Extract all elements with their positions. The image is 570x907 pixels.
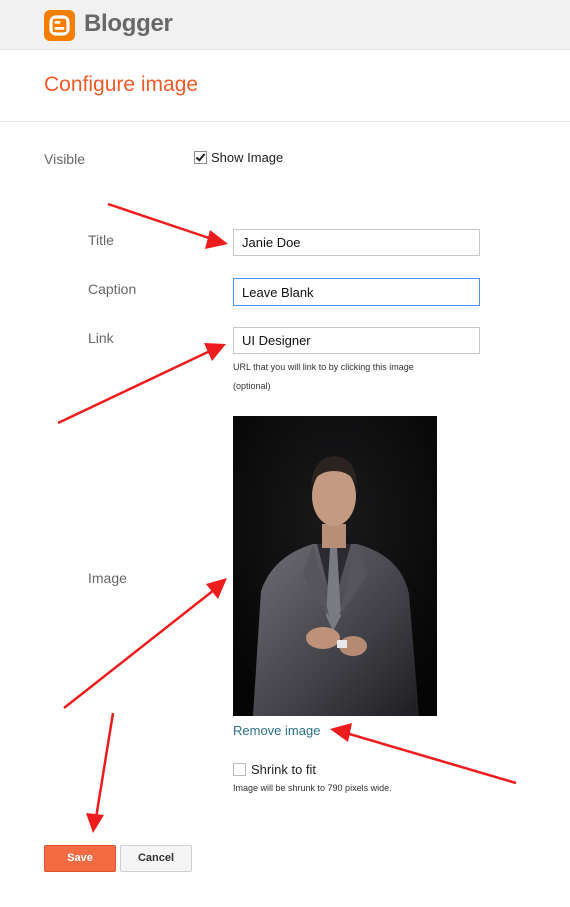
title-label: Title bbox=[88, 232, 114, 248]
link-hint: URL that you will link to by clicking th… bbox=[233, 362, 414, 372]
link-input[interactable] bbox=[233, 327, 480, 354]
show-image-checkbox-row[interactable]: Show Image bbox=[194, 150, 283, 165]
top-bar: Blogger bbox=[0, 0, 570, 50]
arrow-head-link bbox=[204, 343, 226, 361]
save-button[interactable]: Save bbox=[44, 845, 116, 872]
arrow-to-remove-image bbox=[345, 731, 517, 785]
remove-image-link[interactable]: Remove image bbox=[233, 723, 320, 738]
blogger-logo-icon[interactable] bbox=[44, 10, 75, 41]
brand-name: Blogger bbox=[84, 10, 173, 37]
show-image-checkbox[interactable] bbox=[194, 151, 207, 164]
arrow-to-title bbox=[107, 202, 213, 241]
arrow-head-image bbox=[206, 578, 227, 599]
uploaded-image bbox=[233, 416, 437, 716]
shrink-to-fit-row[interactable]: Shrink to fit bbox=[233, 762, 316, 777]
show-image-label: Show Image bbox=[211, 150, 284, 165]
page-title: Configure image bbox=[44, 73, 199, 96]
image-label: Image bbox=[88, 570, 127, 586]
divider bbox=[0, 121, 570, 122]
arrow-head-save bbox=[86, 813, 104, 833]
cancel-button[interactable]: Cancel bbox=[120, 845, 192, 872]
arrow-to-save bbox=[94, 712, 115, 819]
link-hint-optional: (optional) bbox=[233, 381, 271, 391]
arrow-head-title bbox=[205, 230, 228, 249]
shrink-hint: Image will be shrunk to 790 pixels wide. bbox=[233, 783, 392, 793]
link-label: Link bbox=[88, 330, 114, 346]
caption-label: Caption bbox=[88, 281, 137, 297]
arrow-to-image bbox=[63, 589, 215, 709]
title-input[interactable] bbox=[233, 229, 480, 256]
caption-input[interactable] bbox=[233, 278, 480, 306]
shrink-to-fit-label: Shrink to fit bbox=[251, 762, 317, 777]
shrink-to-fit-checkbox[interactable] bbox=[233, 763, 246, 776]
arrow-to-link bbox=[57, 349, 211, 425]
visible-label: Visible bbox=[44, 151, 85, 167]
arrow-head-remove-image bbox=[330, 723, 352, 742]
